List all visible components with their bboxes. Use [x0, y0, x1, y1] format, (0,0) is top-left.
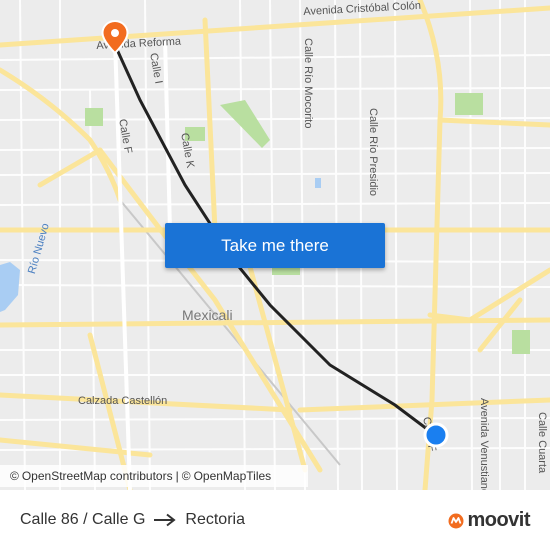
copyright-symbol: ©: [181, 469, 191, 483]
destination-pin-icon[interactable]: [101, 20, 129, 54]
arrow-right-icon: [153, 513, 177, 527]
map-attribution: © OpenStreetMap contributors | © OpenMap…: [0, 465, 308, 487]
moovit-logo-icon: [448, 513, 464, 528]
map[interactable]: Avenida Cristóbal Colón Avenida Reforma …: [0, 0, 550, 490]
moovit-brand[interactable]: moovit: [448, 509, 530, 532]
take-me-there-button[interactable]: Take me there: [165, 223, 385, 268]
attribution-separator: |: [175, 469, 179, 483]
street-label-calzada-castellon: Calzada Castellón: [78, 395, 168, 407]
omt-attribution-link[interactable]: OpenMapTiles: [194, 469, 272, 483]
moovit-wordmark: moovit: [467, 509, 530, 531]
street-label-calle-cuarta: Calle Cuarta: [536, 412, 548, 474]
copyright-symbol: ©: [10, 469, 19, 483]
footer: Calle 86 / Calle G Rectoria moovit: [0, 490, 550, 550]
street-label-calle-rio-mocorito: Calle Río Mocorito: [302, 38, 314, 129]
origin-dot-icon[interactable]: [423, 422, 449, 448]
street-label-calle-rio-presidio: Calle Río Presidio: [367, 108, 379, 197]
city-label: Mexicali: [182, 307, 233, 323]
route-origin: Calle 86 / Calle G: [20, 511, 146, 528]
route-destination: Rectoria: [185, 511, 245, 528]
street-label-avenida-venustiano: Avenida Venustiano: [478, 398, 490, 490]
osm-attribution-link[interactable]: OpenStreetMap contributors: [22, 469, 173, 483]
